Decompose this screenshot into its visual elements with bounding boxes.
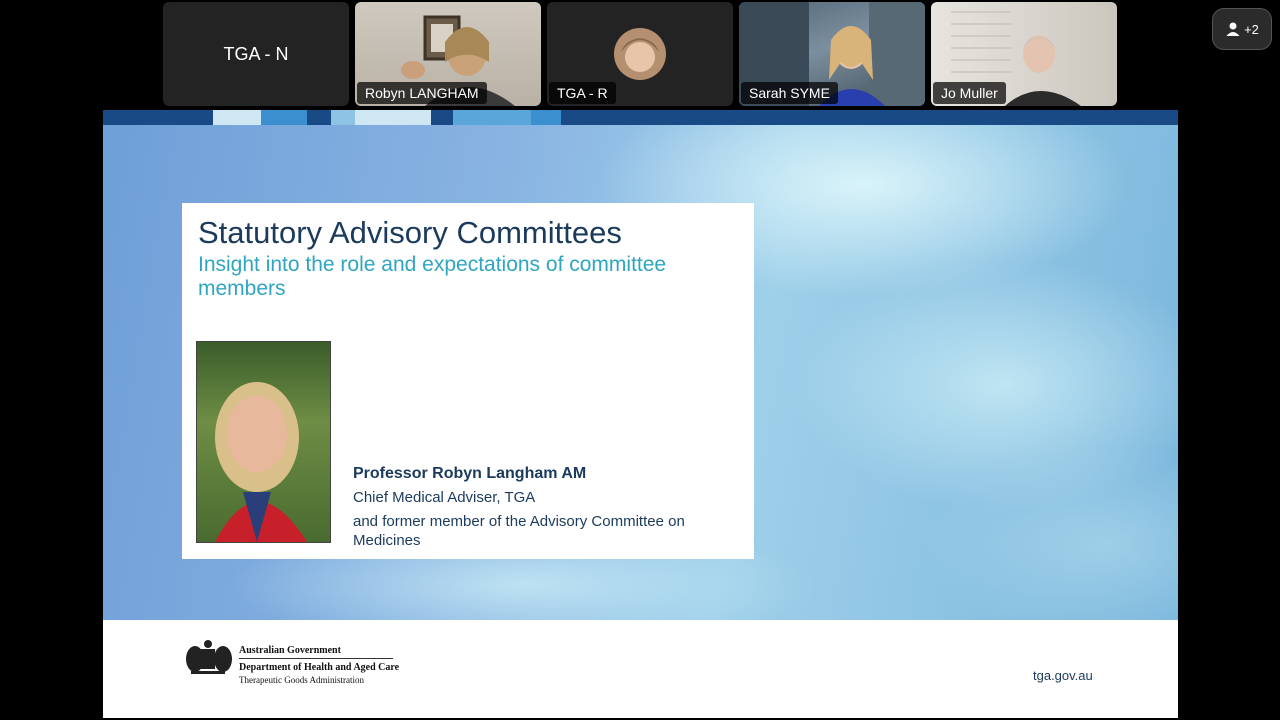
overflow-count: +2 [1244,21,1259,37]
participant-name-tag: Robyn LANGHAM [357,82,487,104]
person-icon [1226,22,1240,36]
website-url: tga.gov.au [1033,668,1093,683]
speaker-former-role: and former member of the Advisory Commit… [353,513,685,549]
department-name: Department of Health and Aged Care [239,662,400,673]
slide-title: Statutory Advisory Committees [198,215,622,250]
participant-tile-sarah-syme[interactable]: Sarah SYME [739,2,925,106]
slide-subtitle: Insight into the role and expectations o… [198,253,667,300]
participants-overflow-button[interactable]: +2 [1212,8,1272,50]
title-card: Statutory Advisory Committees Insight in… [182,203,754,559]
participant-name-tag: Jo Muller [933,82,1006,104]
participant-tile-jo-muller[interactable]: Jo Muller [931,2,1117,106]
participant-name-center: TGA - N [223,43,289,64]
shared-presentation-slide: Statutory Advisory Committees Insight in… [103,110,1178,718]
agency-name: Therapeutic Goods Administration [239,675,364,685]
participant-name-tag: TGA - R [549,82,616,104]
participant-tile-tga-r[interactable]: TGA - R [547,2,733,106]
speaker-name: Professor Robyn Langham AM [353,465,587,482]
speaker-photo [197,342,330,542]
participant-tile-tga-n[interactable]: TGA - N [163,2,349,106]
speaker-role: Chief Medical Adviser, TGA [353,489,536,506]
participant-tile-robyn-langham[interactable]: Robyn LANGHAM [355,2,541,106]
participant-name-tag: Sarah SYME [741,82,838,104]
slide-top-bar [103,110,1178,125]
gov-divider [239,658,393,659]
gov-name: Australian Government [239,645,341,656]
